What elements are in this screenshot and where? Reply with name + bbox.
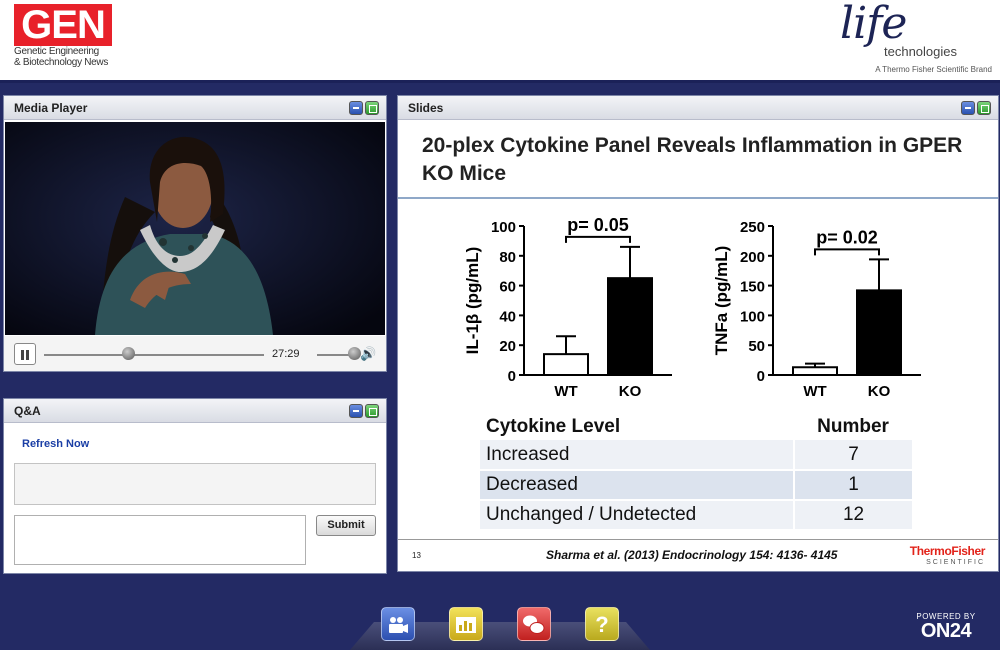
table-row: Increased 7	[480, 440, 912, 471]
table-header-level: Cytokine Level	[486, 416, 621, 437]
life-wordmark: life	[840, 0, 907, 49]
y-tick-label: 60	[499, 279, 516, 296]
speaker-icon[interactable]	[381, 607, 415, 641]
y-axis-label: IL-1β (pg/mL)	[463, 247, 482, 355]
video-frame[interactable]	[5, 122, 385, 335]
seek-bar[interactable]	[44, 354, 264, 356]
media-player-panel: Media Player 27:29 🔊	[3, 95, 387, 372]
qa-panel: Q&A Refresh Now Submit	[3, 398, 387, 574]
question-input[interactable]	[14, 515, 306, 565]
x-tick-label: WT	[554, 383, 577, 400]
speaker-icon[interactable]: 🔊	[360, 346, 376, 362]
slides-title: Slides	[408, 101, 444, 115]
table-row: Unchanged / Undetected 12	[480, 500, 912, 531]
presenter-video-image	[5, 122, 385, 335]
player-controls: 27:29 🔊	[4, 336, 386, 371]
qa-bubbles-icon	[523, 615, 545, 634]
on24-logo[interactable]: POWERED BY ON24	[906, 612, 986, 641]
y-tick-label: 80	[499, 249, 516, 266]
x-tick-label: KO	[619, 383, 642, 400]
table-cell-value: 1	[793, 470, 912, 501]
table-cell-value: 7	[793, 440, 912, 471]
camera-icon	[389, 617, 408, 633]
maximize-icon[interactable]	[365, 101, 379, 115]
significance-bracket	[565, 235, 631, 243]
life-tagline: A Thermo Fisher Scientific Brand	[875, 65, 992, 74]
table-cell-label: Decreased	[480, 470, 795, 501]
submit-button[interactable]: Submit	[316, 515, 376, 536]
minimize-icon[interactable]	[349, 404, 363, 418]
y-tick-label: 250	[740, 219, 765, 236]
slide-citation: Sharma et al. (2013) Endocrinology 154: …	[546, 548, 838, 562]
gen-wordmark: GEN	[14, 4, 112, 46]
life-technologies-logo[interactable]: life technologies A Thermo Fisher Scient…	[832, 0, 992, 78]
gen-tagline-line1: Genetic Engineering	[14, 46, 99, 57]
slide-heading: 20-plex Cytokine Panel Reveals Inflammat…	[422, 134, 963, 185]
cytokine-table: Cytokine Level Number Increased 7 Decrea…	[480, 414, 912, 531]
chat-icon[interactable]	[517, 607, 551, 641]
qa-answers-box	[14, 463, 376, 505]
slides-chart-icon	[456, 617, 476, 633]
table-cell-label: Unchanged / Undetected	[480, 500, 795, 531]
y-tick-label: 100	[491, 219, 516, 236]
pause-icon[interactable]	[14, 343, 36, 365]
table-header-number: Number	[817, 416, 889, 437]
header-divider	[0, 80, 1000, 83]
qa-titlebar[interactable]: Q&A	[4, 399, 386, 423]
chart-icon[interactable]	[449, 607, 483, 641]
y-tick-label: 200	[740, 249, 765, 266]
slides-panel: Slides 20-plex Cytokine Panel Reveals In…	[397, 95, 999, 572]
slide: 20-plex Cytokine Panel Reveals Inflammat…	[398, 121, 998, 571]
y-tick-label: 100	[740, 308, 765, 325]
seek-thumb[interactable]	[121, 347, 135, 360]
bar-ko	[607, 277, 653, 376]
y-tick-label: 150	[740, 279, 765, 296]
y-tick-label: 40	[499, 308, 516, 325]
bar-wt	[543, 353, 589, 376]
table-header-row: Cytokine Level Number	[480, 414, 912, 440]
life-subtitle: technologies	[884, 44, 957, 59]
y-tick-label: 20	[499, 338, 516, 355]
media-player-title: Media Player	[14, 101, 88, 115]
table-cell-label: Increased	[480, 440, 795, 471]
x-tick-label: KO	[868, 383, 891, 400]
maximize-icon[interactable]	[977, 101, 991, 115]
significance-bracket	[814, 248, 880, 256]
volume-thumb[interactable]	[347, 347, 361, 360]
minimize-icon[interactable]	[961, 101, 975, 115]
charts-area: 0 20 40 60 80 100 IL-1β (pg/mL) WT KO p= 0.05 0 50 1…	[463, 215, 921, 400]
thermo-fisher-sub: SCIENTIFIC	[926, 559, 985, 566]
y-axis-label: TNFa (pg/mL)	[712, 246, 731, 356]
p-value-annotation: p= 0.05	[567, 215, 629, 235]
refresh-now-link[interactable]: Refresh Now	[22, 438, 89, 450]
slide-number: 13	[412, 551, 421, 560]
slide-footer-rule	[398, 539, 998, 540]
thermo-fisher-logo: ThermoFisher SCIENTIFIC	[903, 544, 986, 567]
qa-title: Q&A	[14, 404, 41, 418]
on24-wordmark: ON24	[920, 620, 972, 642]
playback-time: 27:29	[272, 348, 300, 360]
gen-tagline-line2: & Biotechnology News	[14, 57, 109, 68]
table-cell-value: 12	[793, 500, 912, 531]
gen-logo[interactable]: GEN Genetic Engineering & Biotechnology …	[14, 4, 114, 68]
p-value-annotation: p= 0.02	[816, 227, 878, 247]
y-tick-label: 0	[757, 368, 765, 385]
header: GEN Genetic Engineering & Biotechnology …	[0, 0, 1000, 82]
bar-wt	[792, 366, 838, 376]
table-row: Decreased 1	[480, 470, 912, 501]
x-tick-label: WT	[803, 383, 826, 400]
y-tick-label: 0	[508, 368, 516, 385]
slides-titlebar[interactable]: Slides	[398, 96, 998, 120]
bar-ko	[856, 289, 902, 376]
minimize-icon[interactable]	[349, 101, 363, 115]
y-tick-label: 50	[748, 338, 765, 355]
media-player-titlebar[interactable]: Media Player	[4, 96, 386, 120]
thermo-fisher-name: ThermoFisher	[909, 544, 986, 558]
maximize-icon[interactable]	[365, 404, 379, 418]
question-icon[interactable]: ?	[585, 607, 619, 641]
